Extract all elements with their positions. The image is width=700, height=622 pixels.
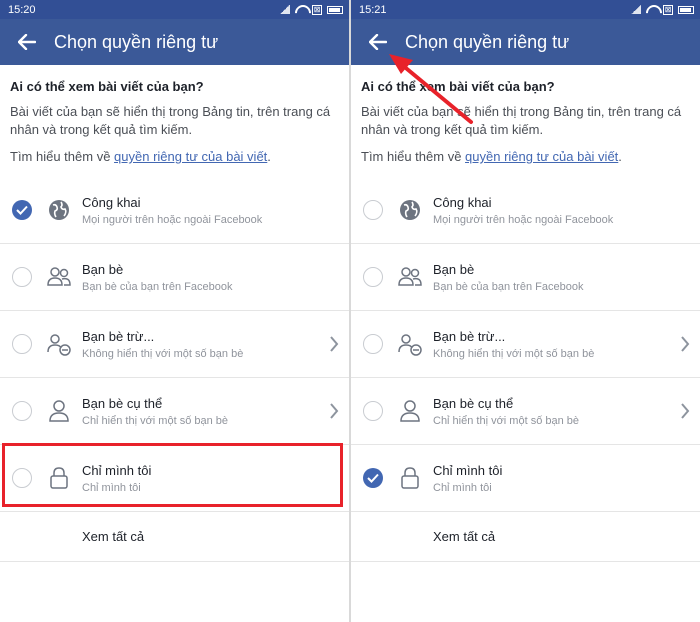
option-title: Bạn bè cụ thể xyxy=(82,396,163,411)
person-icon xyxy=(46,398,72,424)
friends-icon xyxy=(46,264,72,290)
status-time: 15:20 xyxy=(8,3,36,16)
notification-icon: ⊠ xyxy=(312,4,322,15)
battery-icon xyxy=(327,5,343,14)
option-title: Bạn bè xyxy=(82,262,124,277)
highlight-box xyxy=(2,443,343,507)
question-heading: Ai có thể xem bài viết của bạn? xyxy=(10,79,204,94)
learn-more-text: Tìm hiểu thêm về quyền riêng tư của bài … xyxy=(10,149,339,164)
wifi-icon xyxy=(295,5,307,14)
option-friends-except[interactable]: Bạn bè trừ... Không hiển thị với một số … xyxy=(0,311,349,378)
option-specific-friends[interactable]: Bạn bè cụ thể Chỉ hiển thị với một số bạ… xyxy=(0,378,349,445)
page-title: Chọn quyền riêng tư xyxy=(54,31,219,52)
back-arrow-icon[interactable] xyxy=(16,31,38,53)
screen-before: 15:20 ⊠ Chọn quyền riêng tư Ai có thể xe… xyxy=(0,0,349,622)
intro-section: Ai có thể xem bài viết của bạn? Bài viết… xyxy=(0,65,349,164)
globe-icon xyxy=(46,197,72,223)
chevron-right-icon[interactable] xyxy=(329,403,339,419)
radio-checked-icon[interactable] xyxy=(12,200,32,220)
option-friends[interactable]: Bạn bè Bạn bè của bạn trên Facebook xyxy=(0,244,349,311)
radio-unchecked-icon[interactable] xyxy=(12,267,32,287)
option-text: Bạn bè trừ... Không hiển thị với một số … xyxy=(82,329,243,360)
option-text: Bạn bè cụ thể Chỉ hiển thị với một số bạ… xyxy=(82,396,228,427)
option-text: Công khai Mọi người trên hoặc ngoài Face… xyxy=(82,195,262,226)
privacy-link[interactable]: quyền riêng tư của bài viết xyxy=(114,149,267,164)
see-all-label: Xem tất cả xyxy=(82,529,145,544)
option-title: Bạn bè trừ... xyxy=(82,329,155,344)
description-text: Bài viết của bạn sẽ hiển thị trong Bảng … xyxy=(10,104,331,137)
radio-unchecked-icon[interactable] xyxy=(12,401,32,421)
screen-after: 15:21 ⊠ Chọn quyền riêng tư Ai có thể xe… xyxy=(351,0,700,622)
learn-more-prefix: Tìm hiểu thêm về xyxy=(10,149,115,164)
app-bar: Chọn quyền riêng tư xyxy=(0,19,349,65)
friends-except-icon xyxy=(46,331,72,357)
option-subtitle: Bạn bè của bạn trên Facebook xyxy=(82,281,233,293)
status-icons: ⊠ xyxy=(280,4,343,15)
option-subtitle: Không hiển thị với một số bạn bè xyxy=(82,348,244,360)
signal-icon xyxy=(280,5,290,14)
learn-more-suffix: . xyxy=(267,149,271,164)
status-bar: 15:20 ⊠ xyxy=(0,0,349,19)
chevron-right-icon[interactable] xyxy=(329,336,339,352)
see-all-row[interactable]: Xem tất cả xyxy=(0,512,349,562)
radio-unchecked-icon[interactable] xyxy=(12,334,32,354)
option-subtitle: Mọi người trên hoặc ngoài Facebook xyxy=(82,214,263,226)
option-public[interactable]: Công khai Mọi người trên hoặc ngoài Face… xyxy=(0,177,349,244)
annotation-arrow xyxy=(389,54,473,124)
option-title: Công khai xyxy=(82,195,141,210)
option-text: Bạn bè Bạn bè của bạn trên Facebook xyxy=(82,262,232,293)
option-subtitle: Chỉ hiển thị với một số bạn bè xyxy=(82,415,229,427)
